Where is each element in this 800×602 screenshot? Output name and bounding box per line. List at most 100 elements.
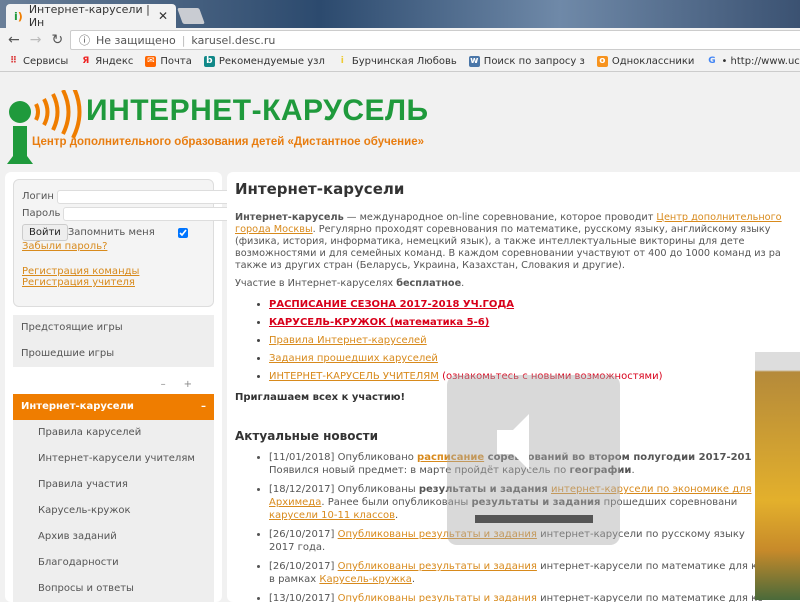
register-teacher-link[interactable]: Регистрация учителя <box>22 277 205 288</box>
moscow-link[interactable]: города Москвы <box>235 224 313 235</box>
login-input[interactable] <box>56 189 236 204</box>
intro-text: возможностями и для семейных команд. В к… <box>235 248 781 259</box>
login-button[interactable]: Войти <box>22 224 68 241</box>
bookmark-yandex[interactable]: Я Яндекс <box>80 56 133 67</box>
logo-antenna-icon <box>7 90 82 164</box>
submenu-item[interactable]: Правила каруселей <box>13 420 214 446</box>
news-bold: результаты и задания <box>471 497 601 508</box>
links-list: РАСПИСАНИЕ СЕЗОНА 2017-2018 УЧ.ГОДА КАРУ… <box>269 296 800 386</box>
intro-paragraph: Интернет-карусель — международное on-lin… <box>235 212 800 272</box>
teachers-link[interactable]: ИНТЕРНЕТ-КАРУСЕЛЬ УЧИТЕЛЯМ <box>269 371 439 382</box>
news-text: . Ранее были опубликованы <box>321 497 472 508</box>
tab-title: Интернет-карусели | Ин <box>28 3 150 29</box>
submenu-item[interactable]: Благодарности <box>13 550 214 576</box>
bookmark-label: Поиск по запросу з <box>483 56 585 67</box>
intro-text: — международное on-line соревнование, ко… <box>343 212 657 223</box>
url-text: karusel.desc.ru <box>191 33 276 47</box>
news-text: прошедших соревновани <box>600 497 738 508</box>
news-link[interactable]: Карусель-кружка <box>319 574 412 585</box>
forward-icon[interactable]: → <box>30 32 42 48</box>
bookmark-uchport[interactable]: G • http://www.uchport <box>706 56 800 67</box>
collapse-all-button[interactable]: – <box>161 379 184 390</box>
address-bar[interactable]: ⓘ Не защищено | karusel.desc.ru <box>70 30 800 50</box>
schedule-link[interactable]: РАСПИСАНИЕ СЕЗОНА 2017-2018 УЧ.ГОДА <box>269 299 514 310</box>
news-link[interactable]: карусели 10-11 классов <box>269 510 395 521</box>
sidebar: Логин Пароль Войти Запомнить меня Забыли… <box>5 172 243 602</box>
bookmark-label: • http://www.uchport <box>721 56 800 67</box>
news-bold: результаты и задания <box>418 484 548 495</box>
submenu-item[interactable]: Правила участия <box>13 472 214 498</box>
reload-icon[interactable]: ↻ <box>51 32 63 48</box>
logo-title: ИНТЕРНЕТ-КАРУСЕЛЬ <box>86 94 429 127</box>
back-icon[interactable]: ← <box>8 32 20 48</box>
password-input[interactable] <box>63 206 243 221</box>
news-link[interactable]: Опубликованы результаты и задания <box>338 529 537 540</box>
news-text: . <box>631 465 635 476</box>
submenu-item[interactable]: Карусель-кружок <box>13 498 214 524</box>
submenu-item[interactable]: Архив заданий <box>13 524 214 550</box>
circle-link[interactable]: КАРУСЕЛЬ-КРУЖОК (математика 5-6) <box>269 317 489 328</box>
main-content: Интернет-карусели Интернет-карусель — ме… <box>227 172 800 602</box>
news-date: [26/10/2017] <box>269 529 338 540</box>
security-status: Не защищено <box>96 33 176 47</box>
menu-item-upcoming[interactable]: Предстоящие игры <box>13 315 214 341</box>
page-title: Интернет-карусели <box>235 180 405 198</box>
login-form: Логин Пароль Войти Запомнить меня Забыли… <box>13 179 243 307</box>
bookmark-burchinskaya[interactable]: i Бурчинская Любовь <box>337 56 457 67</box>
news-link[interactable]: Опубликованы результаты и задания <box>338 561 537 572</box>
collapse-icon[interactable]: – <box>201 394 206 420</box>
news-text: интернет-карусели по русскому языку <box>536 529 745 540</box>
games-menu: Предстоящие игры Прошедшие игры <box>13 315 214 367</box>
intro-bold: Интернет-карусель <box>235 212 344 223</box>
register-team-link[interactable]: Регистрация команды <box>22 266 205 277</box>
intro-text: также из других стран (Беларусь, Украина… <box>235 260 625 271</box>
info-icon: ⓘ <box>79 34 90 47</box>
bookmark-vk[interactable]: w Поиск по запросу з <box>468 56 585 67</box>
free-bold: бесплатное <box>396 278 462 289</box>
new-tab-button[interactable] <box>177 8 205 24</box>
news-link[interactable]: Архимеда <box>269 497 321 508</box>
close-tab-icon[interactable]: ✕ <box>158 9 168 23</box>
news-item: [26/10/2017] Опубликованы результаты и з… <box>269 528 800 554</box>
news-link[interactable]: интернет-карусели по экономике для <box>551 484 752 495</box>
expand-all-button[interactable]: + <box>184 379 210 390</box>
rules-link[interactable]: Правила Интернет-каруселей <box>269 335 427 346</box>
news-text: интернет-карусели по математике для кс <box>536 593 763 602</box>
past-tasks-link[interactable]: Задания прошедших каруселей <box>269 353 438 364</box>
bookmark-mail[interactable]: ✉ Почта <box>145 56 192 67</box>
browser-tab-bar: i) Интернет-карусели | Ин ✕ <box>0 0 800 29</box>
bookmark-label: Яндекс <box>95 56 134 67</box>
google-icon: G <box>708 56 716 66</box>
bookmark-apps[interactable]: ⠿ Сервисы <box>8 56 68 67</box>
menu-item-internet-carousels[interactable]: Интернет-карусели – <box>13 394 214 420</box>
bookmarks-bar: ⠿ Сервисы Я Яндекс ✉ Почта b Рекомендуемые у… <box>0 52 800 72</box>
browser-tab[interactable]: i) Интернет-карусели | Ин ✕ <box>6 3 176 29</box>
news-text: . <box>411 574 416 585</box>
submenu-item[interactable]: Интернет-карусели учителям <box>13 446 214 472</box>
menu-item-past[interactable]: Прошедшие игры <box>13 341 214 367</box>
bookmark-label: Сервисы <box>23 56 69 67</box>
news-text: соревнований во втором полугодии 2017-20… <box>484 452 752 463</box>
bookmark-ok[interactable]: o Одноклассники <box>596 56 695 67</box>
free-paragraph: Участие в Интернет-каруселях бесплатное. <box>235 278 800 290</box>
forgot-password-link[interactable]: Забыли пароль? <box>22 241 205 252</box>
news-item: [11/01/2018] Опубликовано расписание сор… <box>269 451 800 477</box>
center-link[interactable]: Центр дополнительного <box>656 212 781 223</box>
bookmark-recommended[interactable]: b Рекомендуемые узл <box>203 56 325 67</box>
free-text: . <box>461 278 465 289</box>
site-logo[interactable]: ИНТЕРНЕТ-КАРУСЕЛЬ Центр дополнительного … <box>6 78 466 168</box>
submenu-item[interactable]: Вопросы и ответы <box>13 576 214 602</box>
bookmark-label: Бурчинская Любовь <box>351 56 457 67</box>
news-text: Появился новый предмет: в марте пройдёт … <box>269 465 570 476</box>
navigation-bar: ← → ↻ ⓘ Не защищено | karusel.desc.ru <box>0 28 800 52</box>
bookmark-label: Рекомендуемые узл <box>218 56 325 67</box>
news-heading: Актуальные новости <box>235 429 378 443</box>
news-text: Опубликованы <box>337 484 419 495</box>
intro-text: . Регулярно проходят соревнования по мат… <box>312 224 771 235</box>
menu-active-label: Интернет-карусели <box>21 401 134 412</box>
news-link[interactable]: расписание <box>417 452 484 463</box>
remember-checkbox[interactable] <box>160 227 205 238</box>
bookmark-label: Одноклассники <box>611 56 695 67</box>
logo-subtitle: Центр дополнительного образования детей … <box>32 136 424 148</box>
news-link[interactable]: Опубликованы результаты и задания <box>338 593 537 602</box>
